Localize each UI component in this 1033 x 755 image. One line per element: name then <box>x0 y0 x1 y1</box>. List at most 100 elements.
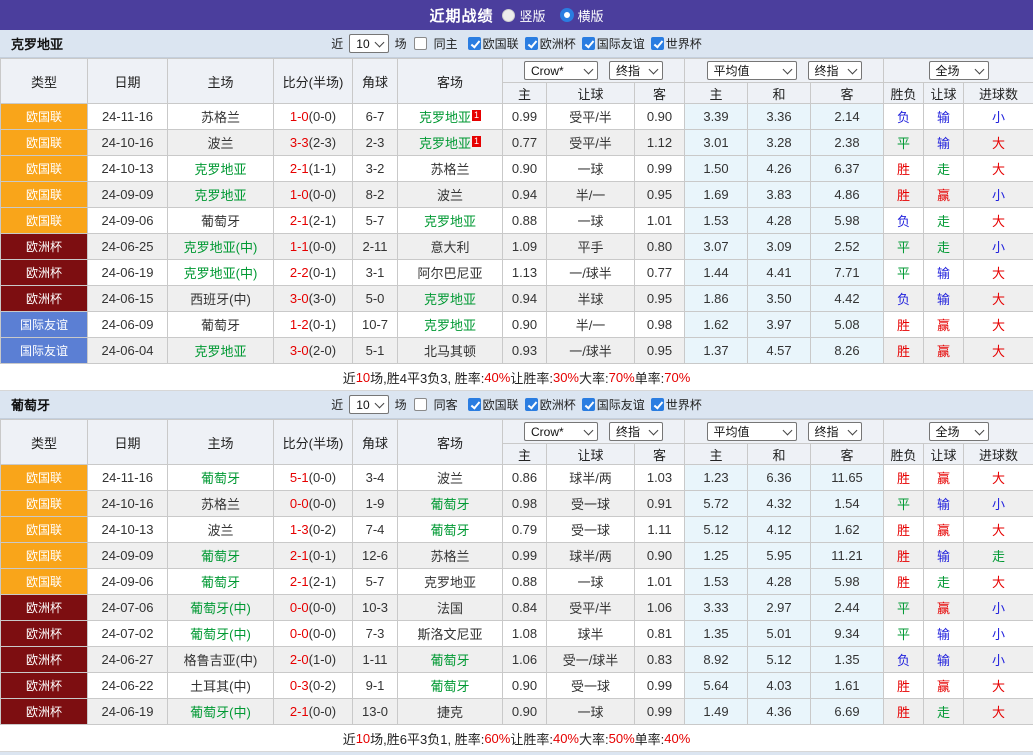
match-row: 欧洲杯24-06-15西班牙(中)3-0(3-0)5-0克罗地亚0.94半球0.… <box>1 286 1033 312</box>
avg-away: 1.35 <box>811 647 884 673</box>
team-name-text: 波兰 <box>437 188 463 203</box>
average-odds-type-select[interactable]: 终指 <box>808 61 862 80</box>
corner-score: 5-1 <box>353 338 398 364</box>
avg-home: 1.35 <box>685 621 748 647</box>
league-checkbox[interactable] <box>525 37 538 50</box>
league-checkbox[interactable] <box>468 37 481 50</box>
score-fulltime: 1-3 <box>290 522 309 537</box>
league-type-badge: 欧国联 <box>1 517 88 543</box>
league-type-badge: 欧国联 <box>1 130 88 156</box>
away-team-cell: 波兰 <box>398 465 503 491</box>
league-type-badge: 欧国联 <box>1 491 88 517</box>
company-select[interactable]: Crow* <box>524 61 598 80</box>
result-outcome: 胜 <box>884 465 924 491</box>
view-option-horizontal[interactable]: 横版 <box>560 6 604 25</box>
avg-draw: 4.57 <box>748 338 811 364</box>
result-handicap: 走 <box>924 156 964 182</box>
odds-home: 0.88 <box>503 569 547 595</box>
league-checkbox[interactable] <box>651 398 664 411</box>
league-label: 欧洲杯 <box>540 35 576 52</box>
score-cell: 1-1(0-0) <box>274 234 353 260</box>
score-fulltime: 2-1 <box>290 161 309 176</box>
home-team-cell: 格鲁吉亚(中) <box>168 647 274 673</box>
average-odds-type-select[interactable]: 终指 <box>808 422 862 441</box>
odds-home: 1.09 <box>503 234 547 260</box>
score-halftime: (2-0) <box>309 343 336 358</box>
score-cell: 1-3(0-2) <box>274 517 353 543</box>
team-name-text: 葡萄牙 <box>430 523 469 538</box>
average-select[interactable]: 平均值 <box>707 61 797 80</box>
league-type-badge: 国际友谊 <box>1 338 88 364</box>
home-team-cell: 克罗地亚 <box>168 182 274 208</box>
team-name-text: 波兰 <box>207 136 233 151</box>
home-team-cell: 葡萄牙(中) <box>168 595 274 621</box>
league-checkbox[interactable] <box>651 37 664 50</box>
corner-score: 8-2 <box>353 182 398 208</box>
col-header-corner: 角球 <box>353 59 398 104</box>
result-outcome: 平 <box>884 595 924 621</box>
score-fulltime: 2-2 <box>290 265 309 280</box>
team-name-text: 斯洛文尼亚 <box>417 627 482 642</box>
same-venue-checkbox[interactable] <box>414 37 427 50</box>
league-checkbox[interactable] <box>468 398 481 411</box>
league-type-badge: 欧洲杯 <box>1 673 88 699</box>
chevron-down-icon <box>974 426 984 436</box>
scope-select[interactable]: 全场 <box>929 61 989 80</box>
rounds-select[interactable]: 10 <box>349 395 388 414</box>
avg-draw: 4.03 <box>748 673 811 699</box>
chevron-down-icon <box>584 426 594 436</box>
odds-away: 0.99 <box>635 156 685 182</box>
home-team-cell: 葡萄牙(中) <box>168 699 274 725</box>
league-label: 国际友谊 <box>597 396 645 413</box>
result-goals: 小 <box>964 234 1033 260</box>
company-select[interactable]: Crow* <box>524 422 598 441</box>
league-type-badge: 国际友谊 <box>1 312 88 338</box>
odds-away: 0.95 <box>635 182 685 208</box>
col-header-type: 类型 <box>1 420 88 465</box>
home-team-cell: 葡萄牙 <box>168 312 274 338</box>
team-name-text: 葡萄牙 <box>430 679 469 694</box>
results-table: 类型 日期 主场 比分(半场) 角球 客场 Crow* 终指 平均值 终指 <box>0 58 1033 364</box>
same-venue-label: 同主 <box>434 35 458 52</box>
summary-segment: 40% <box>484 370 510 385</box>
avg-draw: 4.28 <box>748 569 811 595</box>
team-name-text: 阿尔巴尼亚 <box>417 266 482 281</box>
average-odds-group: 平均值 终指 <box>685 59 884 83</box>
match-row: 国际友谊24-06-04克罗地亚3-0(2-0)5-1北马其顿0.93一/球半0… <box>1 338 1033 364</box>
company-odds-type-select[interactable]: 终指 <box>609 61 663 80</box>
score-cell: 0-3(0-2) <box>274 673 353 699</box>
odds-home: 0.94 <box>503 286 547 312</box>
league-label: 欧洲杯 <box>540 396 576 413</box>
league-label: 世界杯 <box>666 35 702 52</box>
average-select[interactable]: 平均值 <box>707 422 797 441</box>
avg-away: 5.98 <box>811 208 884 234</box>
odds-away: 1.01 <box>635 569 685 595</box>
match-row: 国际友谊24-06-09葡萄牙1-2(0-1)10-7克罗地亚0.90半/一0.… <box>1 312 1033 338</box>
league-checkbox[interactable] <box>525 398 538 411</box>
score-cell: 3-0(2-0) <box>274 338 353 364</box>
same-venue-checkbox[interactable] <box>414 398 427 411</box>
league-checkbox[interactable] <box>582 37 595 50</box>
radio-selected-icon[interactable] <box>560 8 574 22</box>
match-row: 欧国联24-11-16苏格兰1-0(0-0)6-7克罗地亚10.99受平/半0.… <box>1 104 1033 130</box>
score-cell: 1-2(0-1) <box>274 312 353 338</box>
rounds-select[interactable]: 10 <box>349 34 388 53</box>
score-cell: 5-1(0-0) <box>274 465 353 491</box>
avg-draw: 4.36 <box>748 699 811 725</box>
avg-draw: 4.32 <box>748 491 811 517</box>
league-checkbox[interactable] <box>582 398 595 411</box>
home-team-cell: 土耳其(中) <box>168 673 274 699</box>
result-goals: 大 <box>964 156 1033 182</box>
company-odds-type-select[interactable]: 终指 <box>609 422 663 441</box>
match-date: 24-09-06 <box>88 569 168 595</box>
team-name-text: 葡萄牙(中) <box>190 627 251 642</box>
away-team-cell: 克罗地亚1 <box>398 130 503 156</box>
chevron-down-icon <box>782 426 792 436</box>
avg-away: 9.34 <box>811 621 884 647</box>
summary-row: 近10场,胜6平3负1, 胜率:60% 让胜率:40% 大率:50% 单率:40… <box>0 725 1033 752</box>
radio-icon[interactable] <box>502 9 515 22</box>
score-fulltime: 1-0 <box>290 109 309 124</box>
scope-select[interactable]: 全场 <box>929 422 989 441</box>
view-option-vertical[interactable]: 竖版 <box>502 6 545 25</box>
corner-score: 7-3 <box>353 621 398 647</box>
